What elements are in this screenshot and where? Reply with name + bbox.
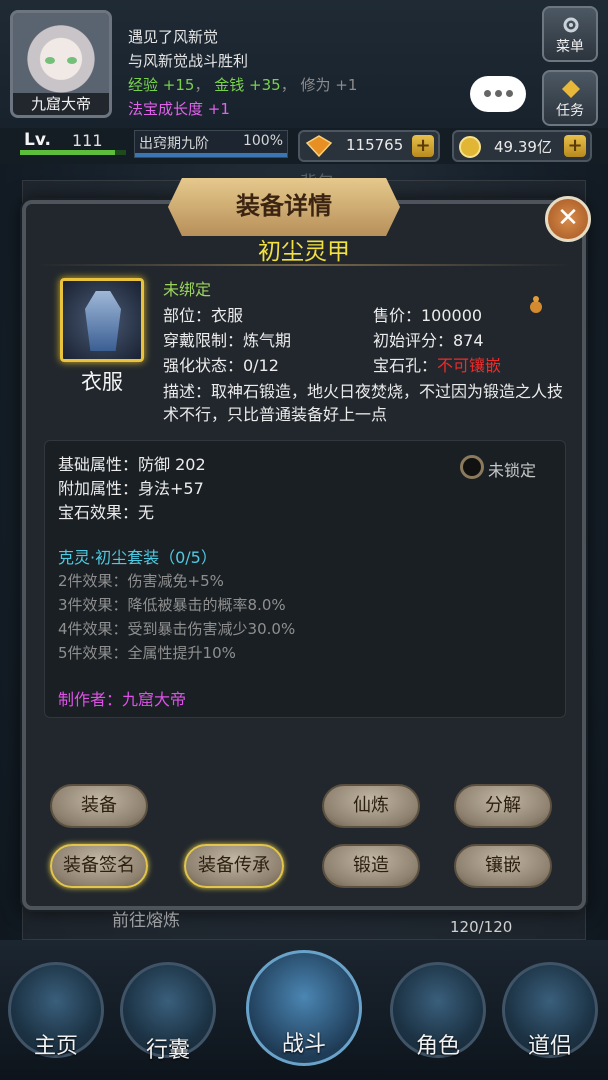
level-progress-bar <box>20 150 126 155</box>
set-effect-2: 2件效果：伤害减免+5% <box>58 572 224 590</box>
level-label: Lv. <box>24 130 51 150</box>
wear-limit: 穿戴限制：炼气期 <box>163 331 292 350</box>
add-gold-button[interactable]: + <box>564 135 586 157</box>
battle-log-encounter: 遇见了风新觉 <box>128 28 219 46</box>
equip-button[interactable]: 装备 <box>50 784 148 828</box>
player-avatar[interactable]: 九窟大帝 <box>10 10 112 118</box>
realm-percent: 100% <box>242 133 283 149</box>
diamond-icon <box>306 135 332 157</box>
chat-bubble-button[interactable] <box>470 76 526 112</box>
level-value: 111 <box>72 131 103 150</box>
nav-role-label: 角色 <box>415 1034 460 1059</box>
item-slot: 部位：衣服 <box>163 306 244 325</box>
battle-log-treasure: 法宝成长度 +1 <box>128 100 230 118</box>
diamond-currency: 115765 + <box>298 130 440 162</box>
add-diamond-button[interactable]: + <box>412 135 434 157</box>
go-smelt-link[interactable]: 前往熔炼 <box>112 906 180 931</box>
item-name: 初尘灵甲 <box>258 239 350 265</box>
set-effect-5: 5件效果：全属性提升10% <box>58 644 236 662</box>
set-title: 克灵·初尘套装（0/5） <box>58 548 217 567</box>
lock-label: 未锁定 <box>488 461 537 480</box>
battle-log-rewards: 经验 +15， 金钱 +35， 修为 +1 <box>128 76 358 94</box>
top-header: 九窟大帝 遇见了风新觉 与风新觉战斗胜利 经验 +15， 金钱 +35， 修为 … <box>0 0 608 130</box>
gem-slot-value: 不可镶嵌 <box>437 356 502 375</box>
nav-home-label: 主页 <box>33 1034 78 1059</box>
dialog-title: 装备详情 <box>236 192 332 220</box>
reward-money-value: +35 <box>249 76 281 94</box>
refine-button[interactable]: 仙炼 <box>322 784 420 828</box>
player-name: 九窟大帝 <box>13 93 109 115</box>
enhance-status: 强化状态：0/12 <box>163 356 279 375</box>
gear-icon <box>563 17 579 33</box>
bind-status: 未绑定 <box>163 280 212 299</box>
nav-companion-label: 道侣 <box>527 1034 572 1059</box>
base-attribute: 基础属性：防御 202 <box>58 455 206 474</box>
nav-battle-label: 战斗 <box>281 1032 326 1057</box>
realm-progress-fill <box>135 153 287 157</box>
divider <box>36 264 572 266</box>
diamond-amount: 115765 <box>346 136 404 154</box>
menu-button[interactable]: 菜单 <box>542 6 598 62</box>
quest-button[interactable]: 任务 <box>542 70 598 126</box>
forge-button[interactable]: 锻造 <box>322 844 420 888</box>
realm-label: 出窍期九阶 <box>139 136 209 152</box>
nav-bag-label: 行囊 <box>145 1038 190 1063</box>
menu-label: 菜单 <box>556 39 584 55</box>
battle-log-result: 与风新觉战斗胜利 <box>128 52 249 70</box>
set-effect-3: 3件效果：降低被暴击的概率8.0% <box>58 596 286 614</box>
gem-slot: 宝石孔：不可镶嵌 <box>373 352 501 376</box>
item-robe-icon <box>60 278 144 362</box>
money-bag-icon <box>530 296 542 313</box>
reward-money-label: 金钱 <box>214 76 245 94</box>
reward-cultivation-value: +1 <box>335 76 358 94</box>
decompose-button[interactable]: 分解 <box>454 784 552 828</box>
quest-label: 任务 <box>556 103 584 119</box>
gold-amount: 49.39亿 <box>494 138 552 156</box>
item-type: 衣服 <box>81 370 123 394</box>
reward-exp-label: 经验 <box>128 76 159 94</box>
inlay-button[interactable]: 镶嵌 <box>454 844 552 888</box>
gold-currency: 49.39亿 + <box>452 130 592 162</box>
reward-cultivation-label: 修为 <box>300 76 331 94</box>
item-maker: 制作者：九窟大帝 <box>58 690 187 709</box>
gem-effect: 宝石效果：无 <box>58 503 155 522</box>
extra-attribute: 附加属性：身法+57 <box>58 479 204 498</box>
item-price: 售价：100000 <box>373 306 483 325</box>
item-description: 描述：取神石锻造，地火日夜焚烧，不过因为锻造之人技术不行，只比普通装备好上一点 <box>163 382 564 424</box>
sign-button[interactable]: 装备签名 <box>50 844 148 888</box>
lock-toggle[interactable] <box>460 455 484 479</box>
realm-progress: 出窍期九阶 100% <box>134 130 288 158</box>
initial-score: 初始评分：874 <box>373 331 484 350</box>
level-progress-fill <box>20 150 116 155</box>
inherit-button[interactable]: 装备传承 <box>184 844 284 888</box>
close-icon: ✕ <box>557 203 579 233</box>
reward-exp-value: +15 <box>162 76 195 94</box>
scroll-icon <box>562 80 580 98</box>
gem-slot-label: 宝石孔： <box>373 356 438 375</box>
bag-capacity: 120/120 <box>450 918 513 936</box>
gold-coin-icon <box>459 136 481 158</box>
set-effect-4: 4件效果：受到暴击伤害减少30.0% <box>58 620 296 638</box>
